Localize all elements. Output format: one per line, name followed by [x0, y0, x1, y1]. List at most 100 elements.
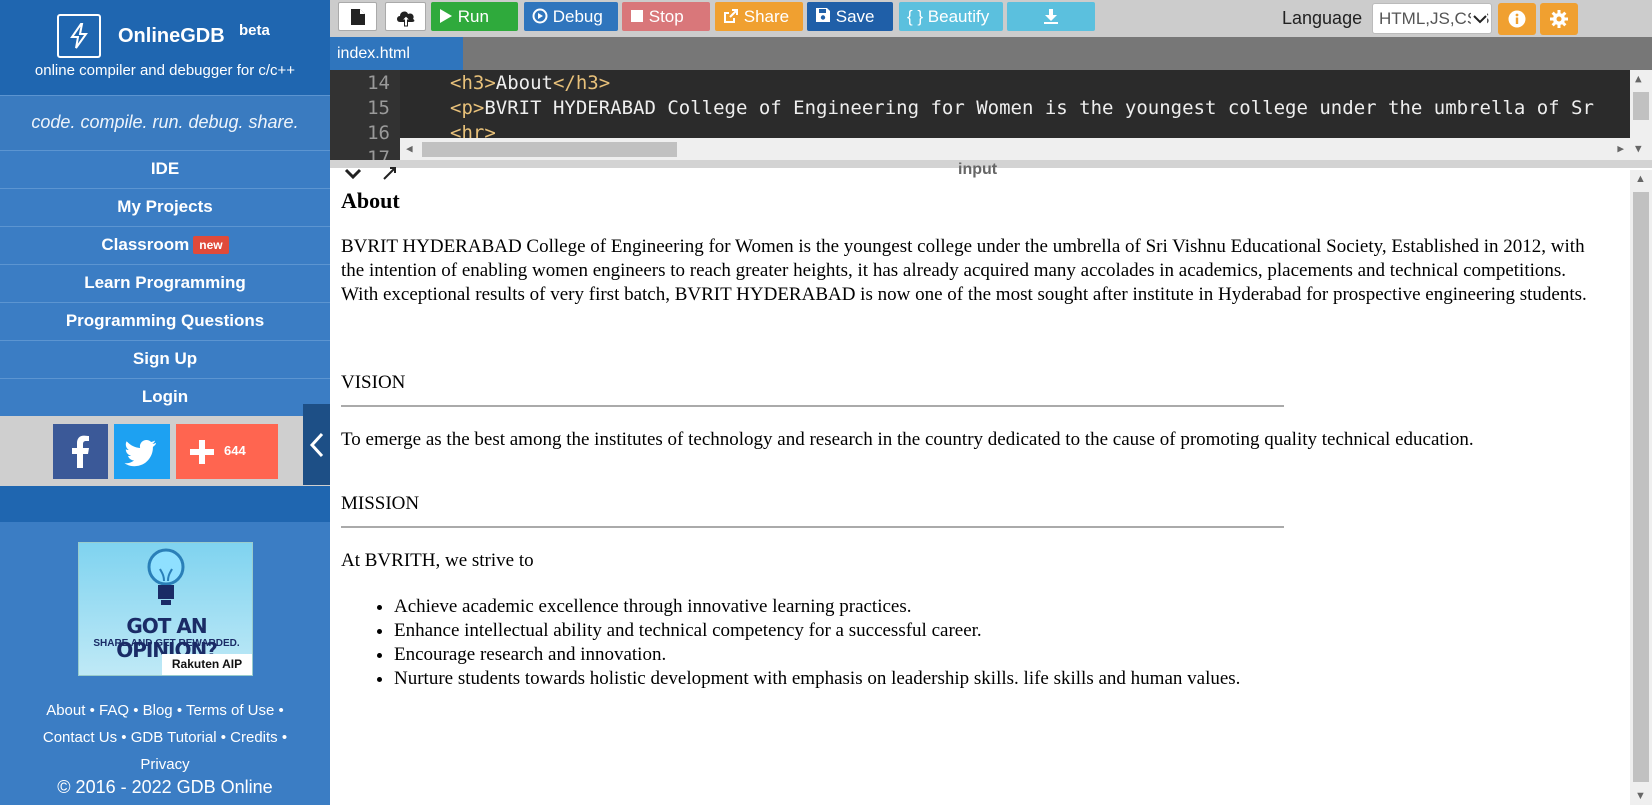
editor-vertical-scrollbar[interactable]: ▲ ▼: [1630, 70, 1652, 160]
about-heading: About: [341, 188, 400, 213]
footer-link-tutorial[interactable]: GDB Tutorial: [131, 729, 217, 746]
ad-subline: SHARE AND GET REWARDED.: [93, 638, 240, 649]
sidebar-item-programming-questions[interactable]: Programming Questions: [0, 302, 330, 340]
brand-header: OnlineGDB beta online compiler and debug…: [0, 0, 330, 95]
twitter-share-button[interactable]: [114, 424, 170, 479]
debug-label: Debug: [552, 7, 603, 26]
list-item: Nurture students towards holistic develo…: [394, 667, 1630, 691]
footer-separator: •: [89, 702, 95, 719]
tab-index-html[interactable]: index.html: [330, 37, 463, 70]
play-icon: [440, 9, 452, 23]
code-text: BVRIT HYDERABAD College of Engineering f…: [484, 97, 1594, 119]
about-paragraph: BVRIT HYDERABAD College of Engineering f…: [341, 236, 1587, 305]
code-close-tag: </h3>: [552, 72, 611, 94]
output-scroll-thumb[interactable]: [1633, 192, 1649, 782]
sidebar-item-label: My Projects: [117, 197, 213, 216]
footer-separator: •: [220, 729, 226, 746]
vision-heading: VISION: [341, 372, 406, 393]
scroll-up-arrow-icon[interactable]: ▲: [1635, 173, 1646, 185]
social-bar: 644: [0, 416, 330, 486]
lightbulb-icon: [147, 548, 185, 605]
scroll-down-arrow-icon[interactable]: ▼: [1635, 142, 1642, 155]
file-tab-bar: index.html: [330, 37, 1652, 70]
sidebar-item-sign-up[interactable]: Sign Up: [0, 340, 330, 378]
chevron-down-icon: [1471, 4, 1487, 33]
footer-link-privacy[interactable]: Privacy: [140, 756, 189, 773]
run-label: Run: [457, 7, 489, 26]
editor-vertical-scroll-thumb[interactable]: [1633, 92, 1649, 120]
scroll-right-arrow-icon[interactable]: ▶: [1617, 142, 1624, 155]
code-line[interactable]: <h3>About</h3>: [450, 72, 610, 94]
twitter-icon: [124, 440, 156, 467]
sidebar-item-learn-programming[interactable]: Learn Programming: [0, 264, 330, 302]
list-item: Enhance intellectual ability and technic…: [394, 619, 1630, 643]
sidebar-item-classroom[interactable]: Classroom new: [0, 226, 330, 264]
ad-brand: Rakuten AIP: [162, 654, 252, 675]
sidebar-item-label: Classroom: [101, 235, 190, 254]
lightning-logo-icon[interactable]: [57, 14, 101, 58]
chevron-down-icon[interactable]: [344, 168, 362, 180]
brand-beta: beta: [239, 22, 270, 39]
new-file-button[interactable]: [338, 2, 377, 31]
line-number: 14: [367, 72, 390, 94]
code-line[interactable]: <p>BVRIT HYDERABAD College of Engineerin…: [450, 97, 1594, 119]
save-floppy-icon: [816, 8, 830, 22]
sidebar-item-my-projects[interactable]: My Projects: [0, 188, 330, 226]
beautify-button[interactable]: { } Beautify: [899, 2, 1003, 31]
download-button[interactable]: [1007, 2, 1095, 31]
scroll-left-arrow-icon[interactable]: ◀: [406, 142, 413, 155]
copyright: © 2016 - 2022 GDB Online: [57, 777, 273, 797]
expand-arrows-icon[interactable]: [382, 166, 398, 180]
list-item: Encourage research and innovation.: [394, 643, 1630, 667]
vision-text: To emerge as the best among the institut…: [341, 429, 1474, 450]
info-button[interactable]: [1498, 3, 1536, 35]
footer-link-credits[interactable]: Credits: [230, 729, 278, 746]
sidebar-item-login[interactable]: Login: [0, 378, 330, 416]
line-number: 16: [367, 122, 390, 144]
footer-separator: •: [121, 729, 127, 746]
run-button[interactable]: Run: [431, 2, 518, 31]
beautify-label: { } Beautify: [907, 7, 990, 26]
sidebar-band: [0, 486, 330, 522]
settings-button[interactable]: [1540, 3, 1578, 35]
line-number: 17: [367, 147, 390, 160]
code-editor[interactable]: 14 15 16 17 <h3>About</h3> <p>BVRIT HYDE…: [330, 70, 1652, 160]
sidebar: OnlineGDB beta online compiler and debug…: [0, 0, 330, 805]
mission-heading: MISSION: [341, 493, 420, 514]
debug-button[interactable]: Debug: [524, 2, 618, 31]
footer-link-terms[interactable]: Terms of Use: [186, 702, 274, 719]
footer-link-blog[interactable]: Blog: [143, 702, 173, 719]
share-button[interactable]: Share: [715, 2, 803, 31]
footer-links: About • FAQ • Blog • Terms of Use • Cont…: [0, 697, 330, 778]
upload-file-button[interactable]: [385, 2, 426, 31]
addthis-share-button[interactable]: 644: [176, 424, 278, 479]
collapse-sidebar-button[interactable]: [303, 404, 330, 485]
toolbar: Run Debug Stop Share Save { } Beautify L…: [330, 0, 1652, 37]
output-vertical-scrollbar[interactable]: ▲ ▼: [1630, 170, 1652, 805]
footer-separator: •: [133, 702, 139, 719]
language-select[interactable]: HTML,JS,CSS: [1372, 3, 1492, 34]
save-button[interactable]: Save: [807, 2, 893, 31]
advertisement-banner[interactable]: GOT AN OPINION? SHARE AND GET REWARDED. …: [78, 542, 253, 676]
footer-link-about[interactable]: About: [46, 702, 85, 719]
sidebar-item-label: Programming Questions: [65, 311, 265, 330]
editor-horizontal-scroll-thumb[interactable]: [422, 142, 677, 157]
html-output-preview: About BVRIT HYDERABAD College of Enginee…: [330, 183, 1630, 805]
footer-link-faq[interactable]: FAQ: [99, 702, 129, 719]
list-item: Achieve academic excellence through inno…: [394, 595, 1630, 619]
scroll-up-arrow-icon[interactable]: ▲: [1635, 72, 1642, 85]
sidebar-item-ide[interactable]: IDE: [0, 150, 330, 188]
save-label: Save: [835, 7, 875, 26]
editor-horizontal-scrollbar[interactable]: ◀ ▶: [400, 138, 1630, 160]
footer-separator: •: [281, 729, 288, 746]
brand-subtitle: online compiler and debugger for c/c++: [34, 62, 296, 79]
scroll-down-arrow-icon[interactable]: ▼: [1635, 790, 1646, 802]
stop-button[interactable]: Stop: [622, 2, 710, 31]
line-number-gutter: 14 15 16 17: [330, 70, 400, 160]
footer-link-contact[interactable]: Contact Us: [43, 729, 117, 746]
mission-list: Achieve academic excellence through inno…: [394, 595, 1630, 691]
gear-icon: [1550, 10, 1568, 28]
brand-name[interactable]: OnlineGDB: [118, 25, 225, 48]
sidebar-item-label: Sign Up: [132, 349, 198, 368]
facebook-share-button[interactable]: [53, 424, 108, 479]
